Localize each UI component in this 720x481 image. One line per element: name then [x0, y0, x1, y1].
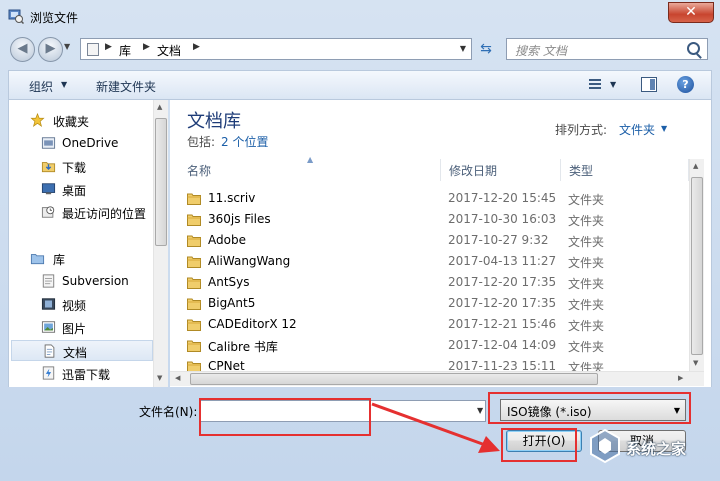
watermark-text: 系统之家	[626, 440, 687, 458]
watermark: 系统之家	[576, 418, 716, 474]
file-dialog-window: 浏览文件 ✕ ◀ ▶ ▼ ▶ 库 ▶ 文档 ▶ ▼ ⇆ 搜索 文档 组织 ▼ 新…	[0, 0, 720, 481]
watermark-logo-icon	[590, 428, 620, 464]
annotation-arrow	[371, 402, 500, 453]
